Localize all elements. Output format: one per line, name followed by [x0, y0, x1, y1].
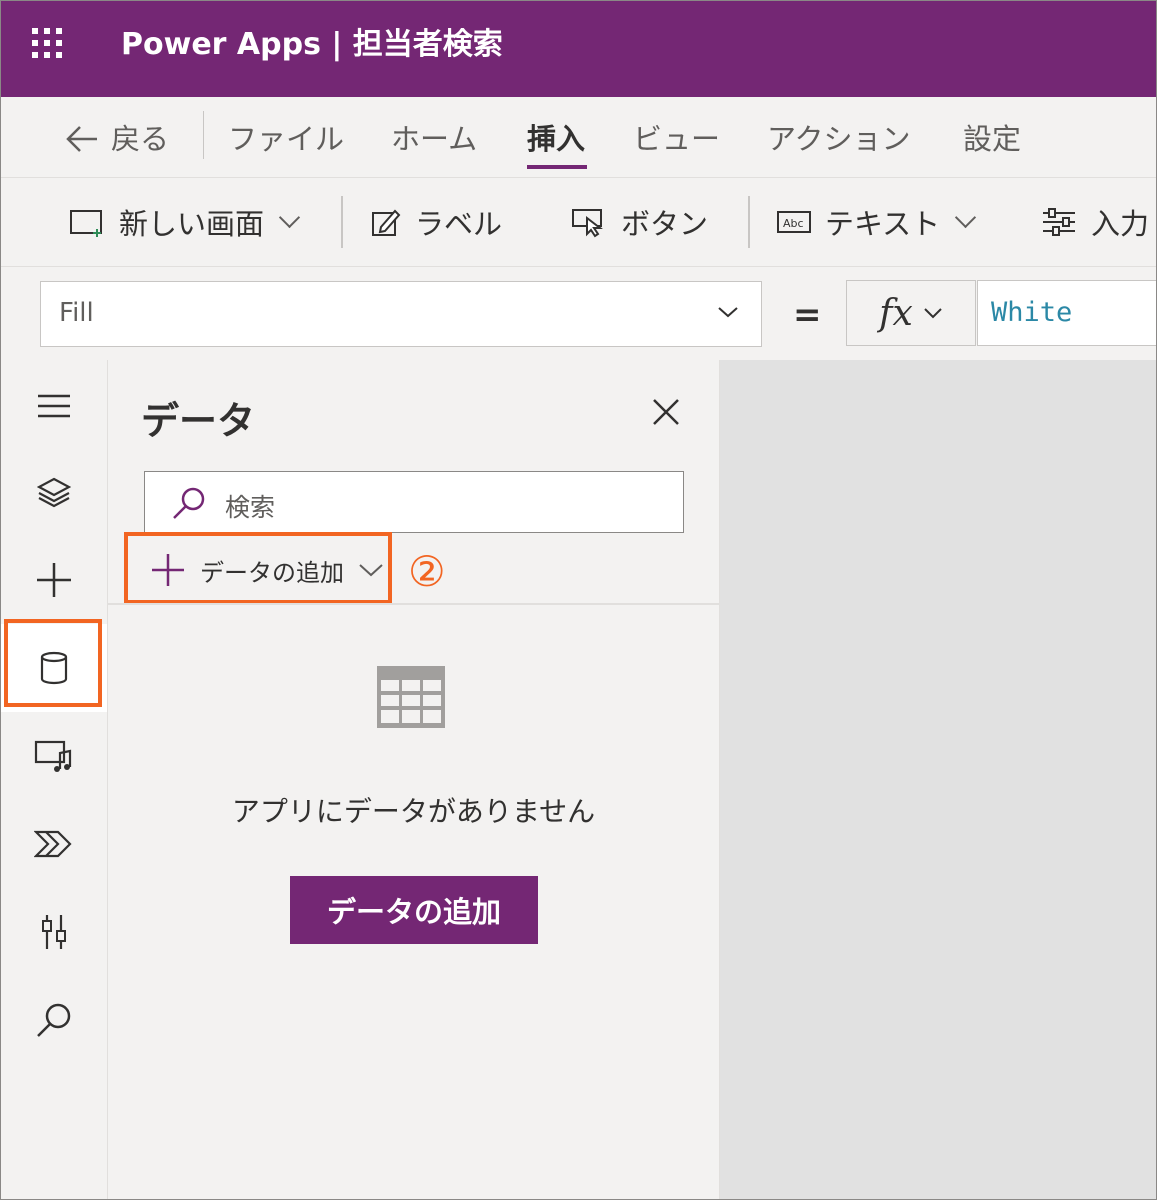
- hamburger-button[interactable]: [1, 362, 107, 450]
- app-title: Power Apps | 担当者検索: [121, 27, 503, 62]
- new-screen-icon: [70, 210, 102, 237]
- equals-sign: =: [793, 295, 822, 335]
- new-screen-button[interactable]: 新しい画面: [69, 200, 301, 244]
- power-automate-icon: [34, 830, 72, 858]
- design-canvas[interactable]: [720, 360, 1156, 1199]
- svg-text:Abc: Abc: [783, 217, 804, 230]
- menu-home[interactable]: ホーム: [391, 119, 477, 159]
- annotation-box-step2: [124, 532, 392, 604]
- tools-icon: [42, 915, 66, 949]
- input-controls-icon: [1043, 208, 1075, 236]
- search-placeholder: 検索: [225, 493, 276, 522]
- menu-view[interactable]: ビュー: [633, 119, 720, 159]
- search-icon: [37, 1003, 71, 1037]
- power-automate-button[interactable]: [1, 800, 107, 888]
- search-rail-button[interactable]: [1, 976, 107, 1064]
- button-pointer-icon: [572, 209, 603, 238]
- media-icon: [34, 740, 72, 772]
- menu-settings[interactable]: 設定: [963, 119, 1021, 159]
- app-header: Power Apps | 担当者検索: [1, 1, 1156, 97]
- menu-file[interactable]: ファイル: [228, 119, 344, 159]
- empty-state-text: アプリにデータがありません: [231, 795, 596, 828]
- command-bar: 新しい画面 ラベル ボタン Abc テキスト 入力: [1, 178, 1156, 267]
- media-button[interactable]: [1, 712, 107, 800]
- button-label: ボタン: [621, 207, 709, 241]
- chevron-down-icon: [718, 307, 738, 318]
- label-label: ラベル: [415, 207, 503, 241]
- input-button[interactable]: 入力: [1041, 200, 1149, 244]
- insert-button[interactable]: [1, 536, 107, 624]
- hamburger-icon: [38, 394, 70, 418]
- app-launcher-icon[interactable]: [32, 28, 68, 64]
- add-data-button[interactable]: データの追加: [290, 876, 538, 944]
- text-button[interactable]: Abc テキスト: [777, 200, 977, 244]
- pane-divider: [108, 603, 719, 605]
- new-screen-label: 新しい画面: [119, 207, 265, 241]
- data-search-input[interactable]: 検索: [144, 471, 684, 533]
- active-tab-indicator: [527, 165, 587, 169]
- fx-icon: fx: [879, 292, 913, 334]
- label-button[interactable]: ラベル: [371, 200, 502, 244]
- annotation-box-step1: [4, 619, 102, 707]
- chevron-down-icon: [278, 206, 301, 228]
- property-dropdown[interactable]: Fill: [40, 281, 762, 347]
- data-pane: データ 検索 データの追加 ② アプリにデータがありません データの追加: [108, 360, 720, 1199]
- formula-value: White: [991, 297, 1073, 328]
- back-arrow-icon: [66, 126, 97, 152]
- layers-icon: [37, 477, 71, 508]
- button-button[interactable]: ボタン: [571, 200, 708, 244]
- formula-bar: Fill = fx White: [1, 267, 1156, 359]
- function-button[interactable]: fx: [846, 280, 976, 346]
- formula-input[interactable]: White: [977, 280, 1156, 346]
- text-input-icon: Abc: [777, 211, 811, 233]
- menu-bar: 戻る ファイル ホーム 挿入 ビュー アクション 設定: [1, 97, 1156, 178]
- property-value: Fill: [59, 298, 94, 328]
- advanced-tools-button[interactable]: [1, 888, 107, 976]
- menu-divider: [203, 111, 204, 159]
- text-label: テキスト: [825, 207, 941, 241]
- app-window: Power Apps | 担当者検索 戻る ファイル ホーム 挿入 ビュー アク…: [0, 0, 1157, 1200]
- edit-label-icon: [372, 209, 401, 236]
- left-rail: [1, 360, 108, 1199]
- command-separator: [748, 196, 750, 248]
- search-icon: [173, 487, 205, 519]
- back-label: 戻る: [111, 122, 170, 156]
- plus-icon: [37, 563, 71, 597]
- input-label: 入力: [1091, 207, 1150, 241]
- close-icon[interactable]: [648, 394, 684, 430]
- tree-view-button[interactable]: [1, 448, 107, 536]
- annotation-number-step2: ②: [408, 547, 446, 596]
- pane-title: データ: [141, 399, 256, 443]
- command-separator: [341, 196, 343, 248]
- back-button[interactable]: 戻る: [65, 119, 169, 159]
- menu-action[interactable]: アクション: [767, 119, 911, 159]
- chevron-down-icon: [924, 308, 942, 319]
- menu-insert[interactable]: 挿入: [527, 119, 585, 159]
- table-icon: [377, 666, 445, 728]
- chevron-down-icon: [955, 206, 977, 228]
